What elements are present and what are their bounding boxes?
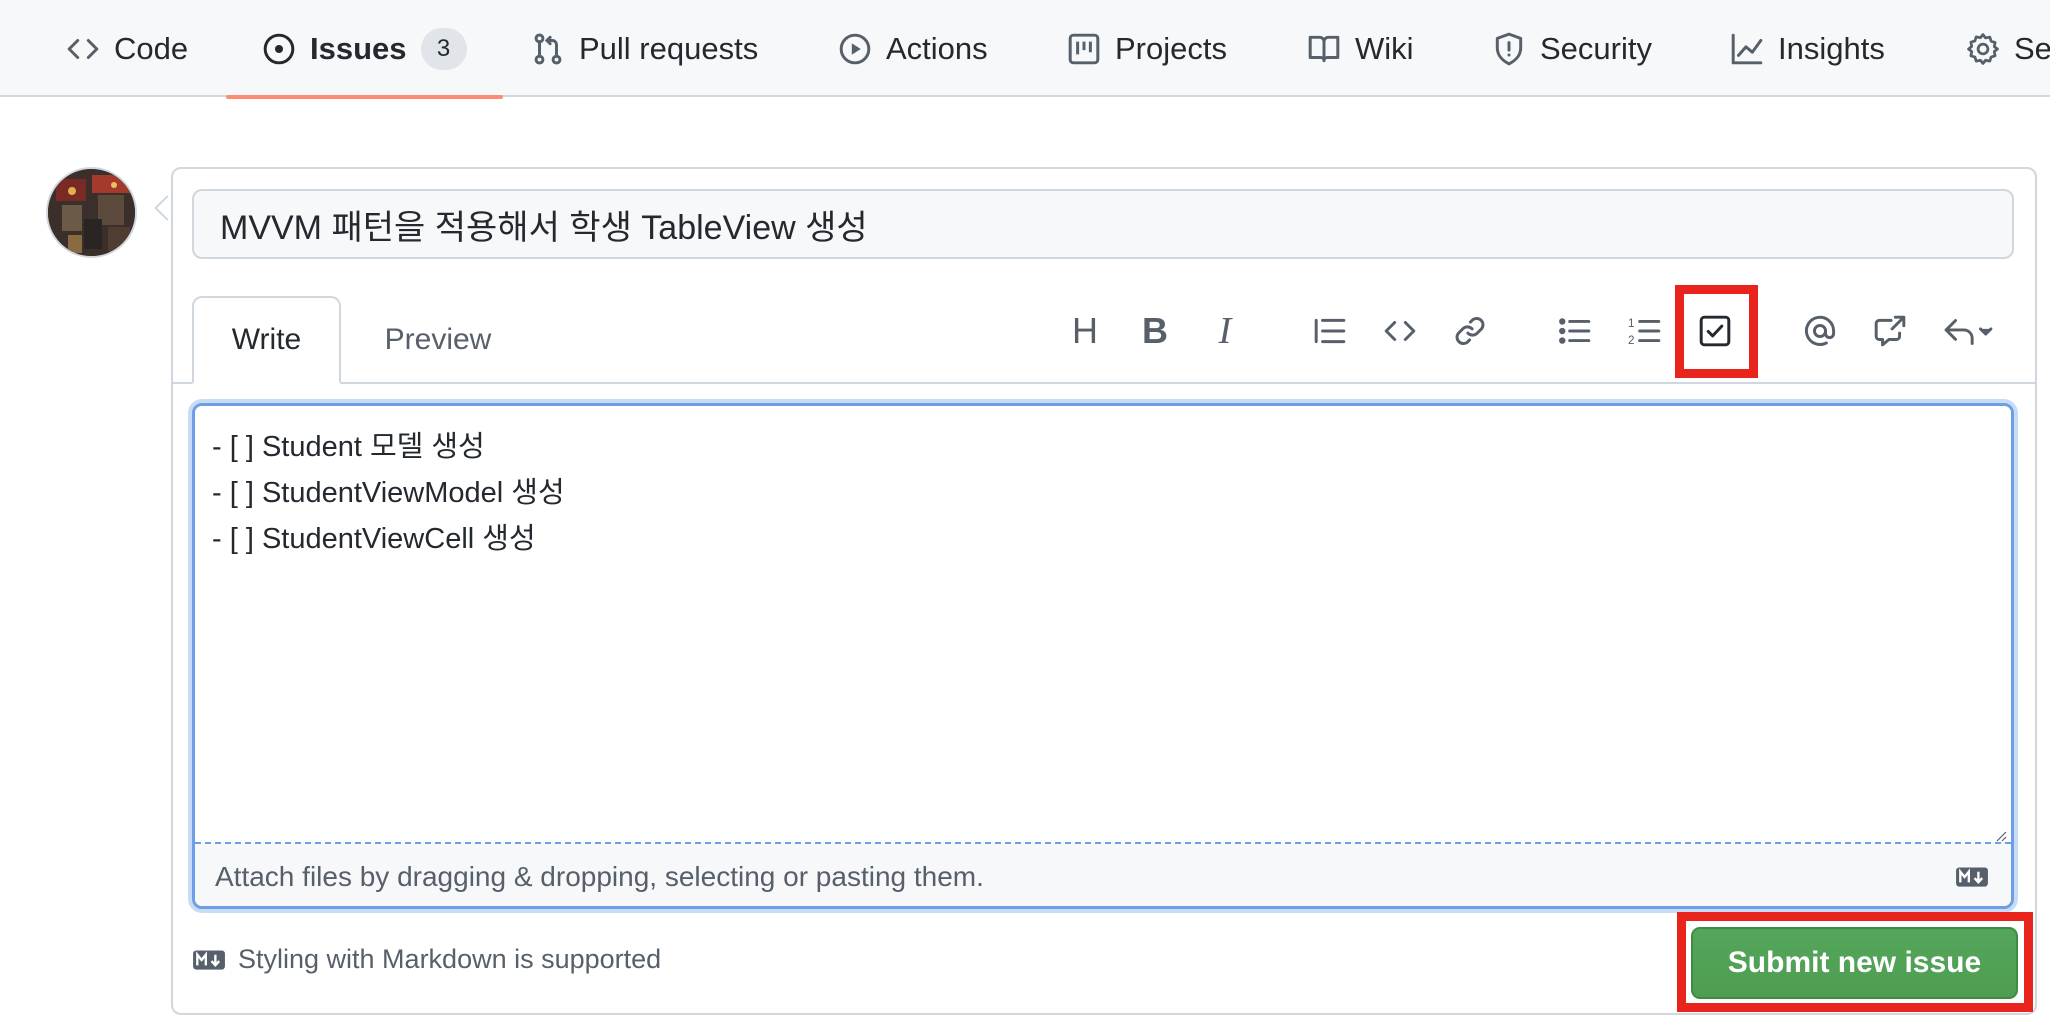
tab-settings[interactable]: Se: [1966, 0, 2050, 97]
markdown-support-text: Styling with Markdown is supported: [238, 944, 662, 974]
cross-reference-button[interactable]: [1858, 291, 1922, 371]
link-icon: [1455, 316, 1485, 346]
italic-button[interactable]: I: [1193, 291, 1257, 371]
markdown-icon: [193, 949, 225, 970]
reply-icon: [1944, 319, 1993, 345]
heading-icon: H: [1072, 310, 1098, 351]
preview-tab[interactable]: Preview: [343, 296, 533, 384]
cross-reference-icon: [1874, 315, 1906, 347]
code-icon: [67, 38, 99, 59]
quote-icon: [1314, 318, 1346, 344]
issue-body-editor: - [ ] Student 모델 생성 - [ ] StudentViewMod…: [192, 403, 2014, 909]
tab-wiki[interactable]: Wiki: [1307, 0, 1414, 97]
mention-button[interactable]: [1788, 291, 1852, 371]
resize-grip-icon[interactable]: [1991, 826, 2007, 842]
write-tab[interactable]: Write: [192, 296, 341, 384]
git-pull-request-icon: [534, 32, 562, 65]
issue-count-badge: 3: [420, 27, 467, 70]
shield-icon: [1495, 32, 1523, 65]
unordered-list-button[interactable]: [1543, 291, 1607, 371]
tab-actions[interactable]: Actions: [838, 0, 988, 97]
tab-code[interactable]: Code: [66, 0, 188, 97]
quote-button[interactable]: [1298, 291, 1362, 371]
book-icon: [1308, 35, 1340, 62]
play-icon: [839, 33, 871, 64]
tab-issues[interactable]: Issues 3: [226, 0, 502, 99]
code-icon: [1384, 321, 1416, 341]
heading-button[interactable]: H: [1053, 291, 1117, 371]
tab-label: Issues: [310, 30, 407, 66]
new-issue-form: Write Preview H B I 12 - [ ] Student 모델 …: [171, 167, 2037, 1015]
repo-nav: Code Issues 3 Pull requests Actions Proj…: [0, 0, 2050, 99]
tab-label: Insights: [1778, 30, 1885, 66]
ordered-list-button[interactable]: 12: [1613, 291, 1677, 371]
project-icon: [1068, 33, 1100, 64]
mention-icon: [1804, 315, 1836, 346]
avatar-image: [48, 169, 135, 256]
bold-icon: B: [1142, 310, 1168, 351]
issue-body-textarea[interactable]: - [ ] Student 모델 생성 - [ ] StudentViewMod…: [195, 406, 2011, 842]
tab-label: Pull requests: [579, 30, 759, 66]
svg-text:2: 2: [1628, 334, 1635, 347]
markdown-icon: [1956, 867, 1988, 887]
tab-label: Se: [2014, 30, 2050, 66]
bold-button[interactable]: B: [1123, 291, 1187, 371]
tab-label: Projects: [1115, 30, 1227, 66]
ordered-list-icon: 12: [1628, 317, 1661, 347]
link-button[interactable]: [1438, 291, 1502, 371]
tab-label: Security: [1540, 30, 1652, 66]
code-button[interactable]: [1368, 291, 1432, 371]
attach-files-bar[interactable]: Attach files by dragging & dropping, sel…: [195, 842, 2011, 906]
issue-opened-icon: [263, 33, 295, 64]
task-list-icon: [1699, 315, 1731, 347]
tab-security[interactable]: Security: [1492, 0, 1652, 97]
markdown-support-note[interactable]: Styling with Markdown is supported: [192, 944, 661, 975]
reply-button[interactable]: [1923, 291, 2013, 371]
tab-insights[interactable]: Insights: [1730, 0, 1885, 97]
graph-icon: [1731, 33, 1763, 64]
issue-title-input[interactable]: [192, 189, 2014, 259]
tab-label: Actions: [886, 30, 988, 66]
gear-icon: [1967, 32, 1999, 65]
avatar[interactable]: [46, 167, 137, 258]
submit-new-issue-button[interactable]: Submit new issue: [1691, 927, 2018, 999]
svg-text:1: 1: [1628, 317, 1635, 330]
unordered-list-icon: [1559, 318, 1591, 344]
italic-icon: I: [1218, 310, 1232, 352]
tab-projects[interactable]: Projects: [1067, 0, 1227, 97]
tab-label: Wiki: [1355, 30, 1414, 66]
tab-label: Code: [114, 30, 189, 66]
attach-files-text: Attach files by dragging & dropping, sel…: [215, 860, 984, 892]
tab-pull-requests[interactable]: Pull requests: [531, 0, 758, 97]
task-list-button[interactable]: [1683, 291, 1747, 371]
